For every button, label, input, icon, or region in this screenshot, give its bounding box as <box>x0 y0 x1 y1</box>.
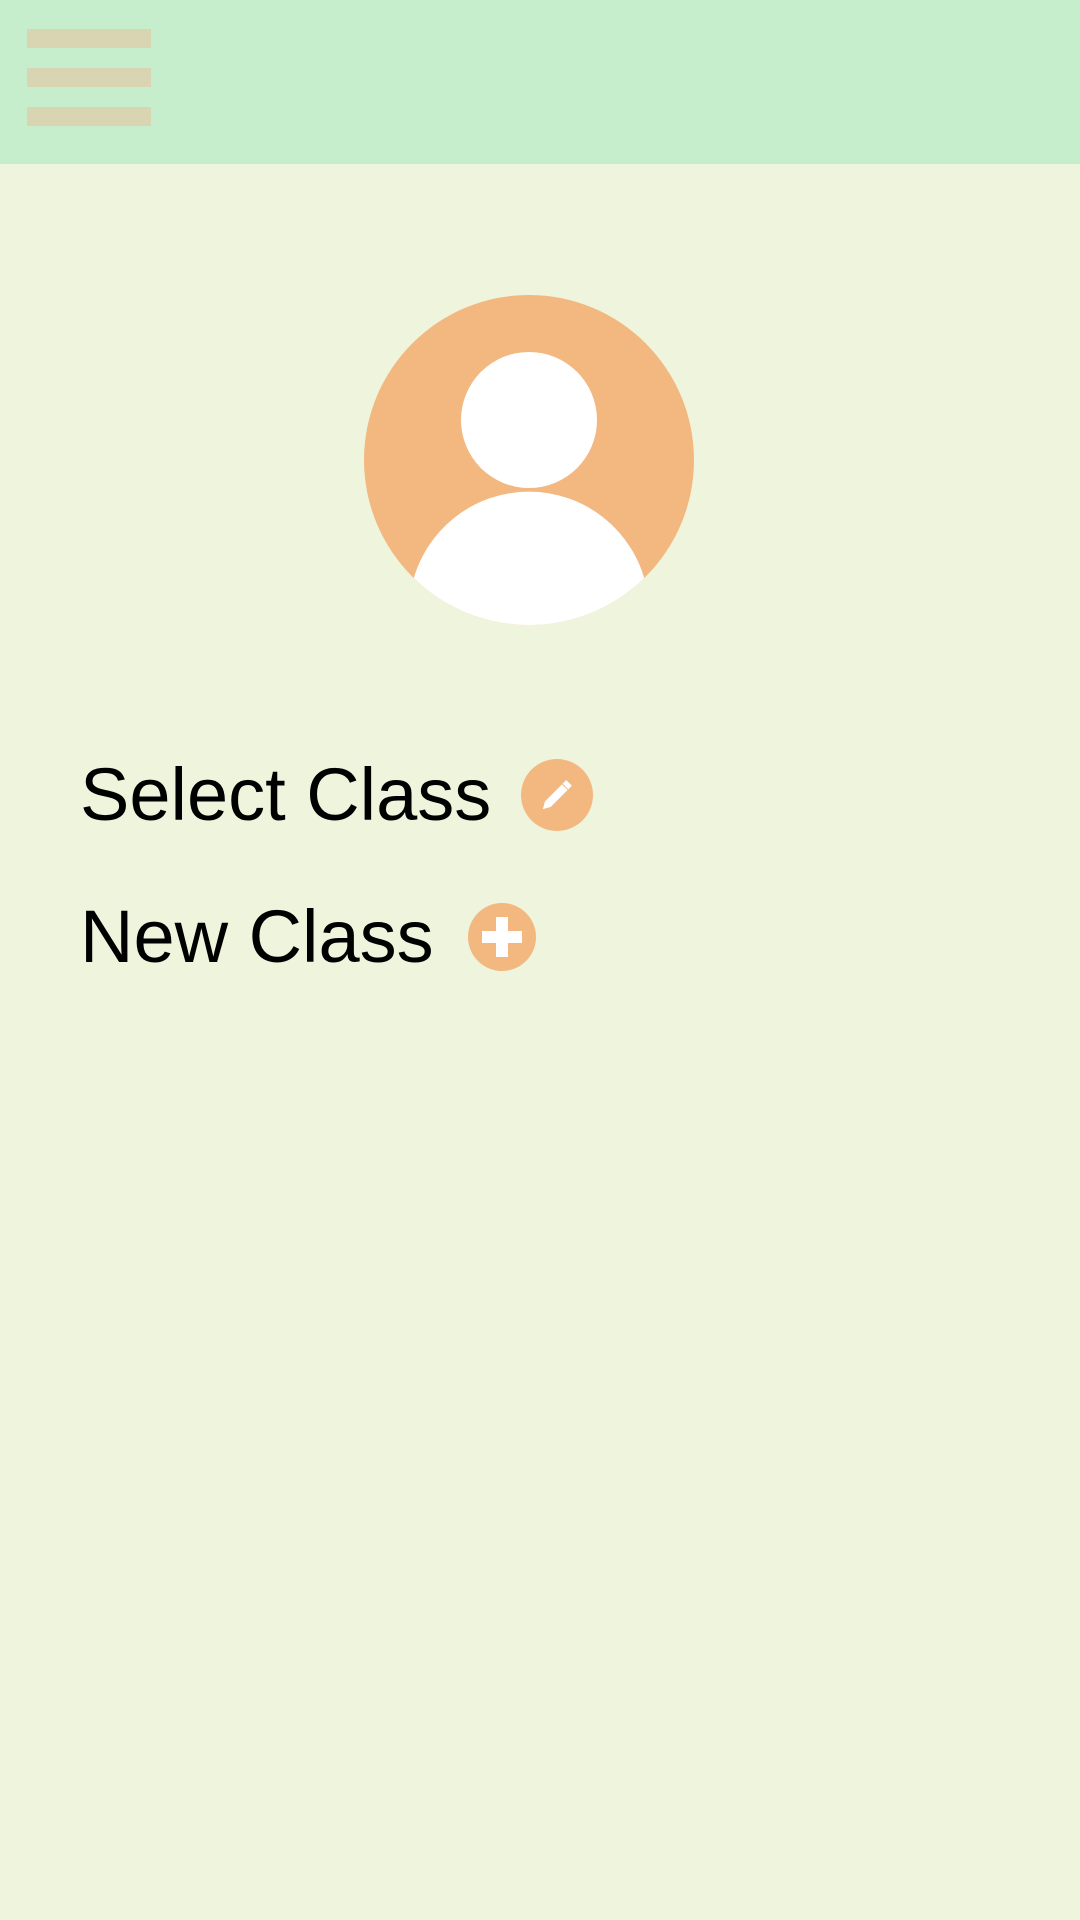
select-class-label: Select Class <box>80 753 492 836</box>
new-class-button[interactable]: New Class <box>80 892 536 982</box>
top-bar <box>0 0 1080 164</box>
menu-bar-middle <box>27 68 151 87</box>
hamburger-menu-icon[interactable] <box>27 29 151 127</box>
app-screen: Select Class New Class <box>0 0 1080 1920</box>
menu-bar-bottom <box>27 107 151 126</box>
avatar-silhouette <box>412 352 646 625</box>
plus-icon[interactable] <box>467 903 536 971</box>
select-class-button[interactable]: Select Class <box>80 750 594 840</box>
new-class-label: New Class <box>80 895 434 978</box>
pencil-icon[interactable] <box>521 759 594 831</box>
menu-bar-top <box>27 29 151 48</box>
user-avatar-icon <box>364 295 694 625</box>
